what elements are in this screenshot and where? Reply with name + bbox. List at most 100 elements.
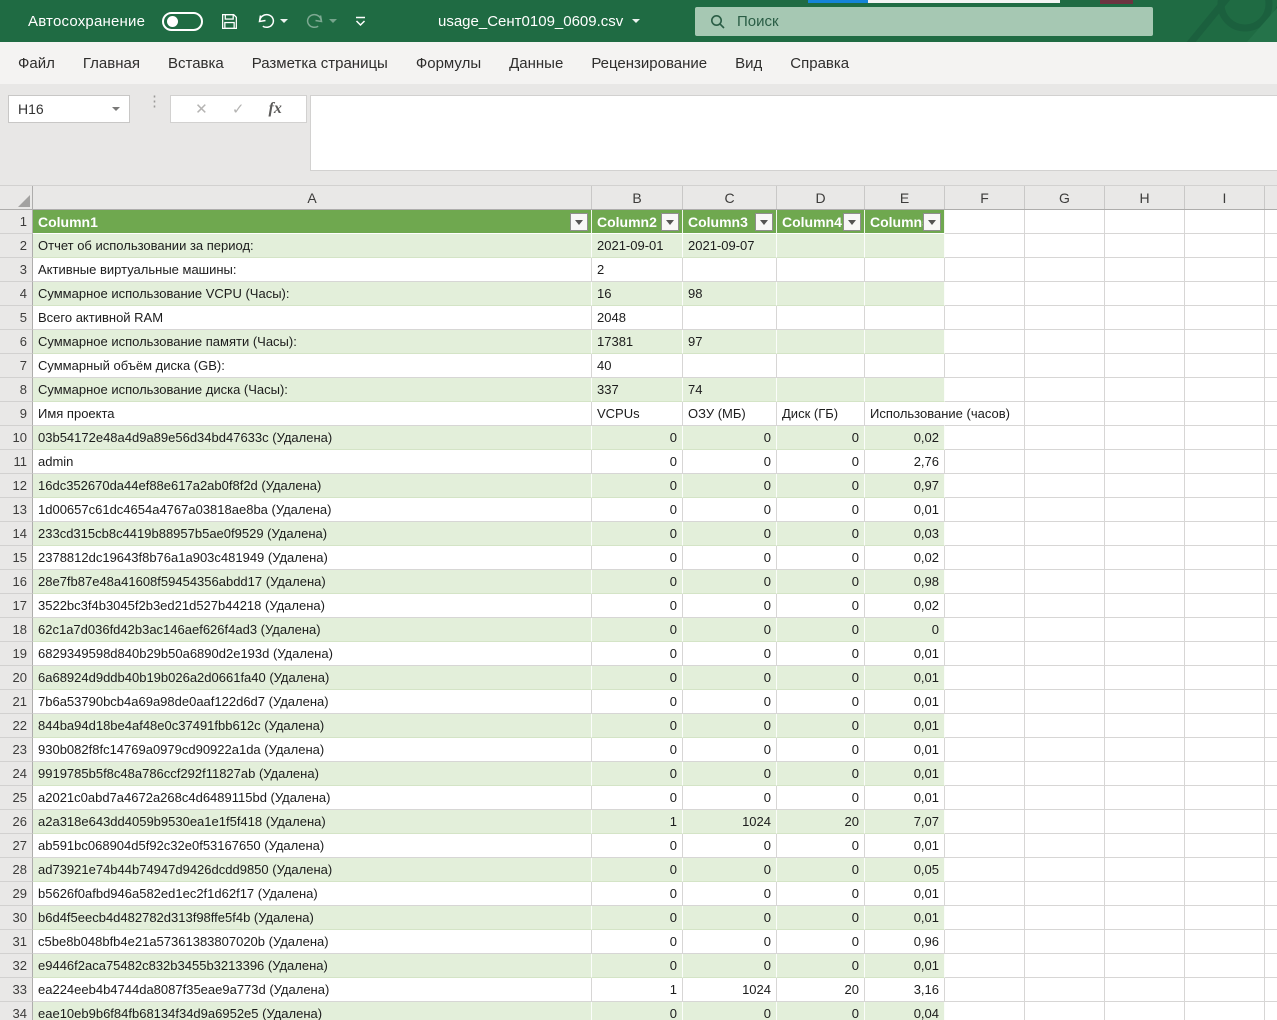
row-header-13[interactable]: 13 bbox=[0, 498, 33, 522]
cell-F18[interactable] bbox=[945, 618, 1025, 642]
row-header-9[interactable]: 9 bbox=[0, 402, 33, 426]
cell-I13[interactable] bbox=[1185, 498, 1265, 522]
column-header-G[interactable]: G bbox=[1025, 186, 1105, 209]
cell-D18[interactable]: 0 bbox=[777, 618, 865, 642]
row-header-4[interactable]: 4 bbox=[0, 282, 33, 306]
column-header-B[interactable]: B bbox=[592, 186, 683, 209]
cell-F7[interactable] bbox=[945, 354, 1025, 378]
cell-B34[interactable]: 0 bbox=[592, 1002, 683, 1020]
cell-C3[interactable] bbox=[683, 258, 777, 282]
row-header-21[interactable]: 21 bbox=[0, 690, 33, 714]
cell-I22[interactable] bbox=[1185, 714, 1265, 738]
cell-H24[interactable] bbox=[1105, 762, 1185, 786]
table-header-cell-B1[interactable]: Column2 bbox=[592, 210, 683, 234]
cell-A21[interactable]: 7b6a53790bcb4a69a98de0aaf122d6d7 (Удален… bbox=[33, 690, 592, 714]
confirm-entry-icon[interactable]: ✓ bbox=[232, 100, 245, 118]
cell-G21[interactable] bbox=[1025, 690, 1105, 714]
ribbon-tab-6[interactable]: Данные bbox=[495, 42, 577, 84]
cell-C23[interactable]: 0 bbox=[683, 738, 777, 762]
cell-B29[interactable]: 0 bbox=[592, 882, 683, 906]
cell-F20[interactable] bbox=[945, 666, 1025, 690]
ribbon-tab-5[interactable]: Формулы bbox=[402, 42, 495, 84]
table-header-cell-C1[interactable]: Column3 bbox=[683, 210, 777, 234]
cell-B33[interactable]: 1 bbox=[592, 978, 683, 1002]
cell-H33[interactable] bbox=[1105, 978, 1185, 1002]
cell-I25[interactable] bbox=[1185, 786, 1265, 810]
cell-E17[interactable]: 0,02 bbox=[865, 594, 945, 618]
cell-D11[interactable]: 0 bbox=[777, 450, 865, 474]
cell-D6[interactable] bbox=[777, 330, 865, 354]
cell-G5[interactable] bbox=[1025, 306, 1105, 330]
cell-H19[interactable] bbox=[1105, 642, 1185, 666]
cell-E24[interactable]: 0,01 bbox=[865, 762, 945, 786]
cell-D12[interactable]: 0 bbox=[777, 474, 865, 498]
cell-G9[interactable] bbox=[1025, 402, 1105, 426]
cell-B6[interactable]: 17381 bbox=[592, 330, 683, 354]
undo-dropdown-icon[interactable] bbox=[280, 19, 288, 23]
row-header-33[interactable]: 33 bbox=[0, 978, 33, 1002]
cell-C4[interactable]: 98 bbox=[683, 282, 777, 306]
row-header-27[interactable]: 27 bbox=[0, 834, 33, 858]
cell-A24[interactable]: 9919785b5f8c48a786ccf292f11827ab (Удален… bbox=[33, 762, 592, 786]
cell-G15[interactable] bbox=[1025, 546, 1105, 570]
cell-E8[interactable] bbox=[865, 378, 945, 402]
row-header-22[interactable]: 22 bbox=[0, 714, 33, 738]
cell-G17[interactable] bbox=[1025, 594, 1105, 618]
undo-button[interactable] bbox=[256, 12, 288, 30]
cell-H26[interactable] bbox=[1105, 810, 1185, 834]
cell-E6[interactable] bbox=[865, 330, 945, 354]
cell-H23[interactable] bbox=[1105, 738, 1185, 762]
cell-F13[interactable] bbox=[945, 498, 1025, 522]
cell-B31[interactable]: 0 bbox=[592, 930, 683, 954]
cell-G20[interactable] bbox=[1025, 666, 1105, 690]
cell-H16[interactable] bbox=[1105, 570, 1185, 594]
cell-E7[interactable] bbox=[865, 354, 945, 378]
cell-B18[interactable]: 0 bbox=[592, 618, 683, 642]
cell-B30[interactable]: 0 bbox=[592, 906, 683, 930]
cancel-entry-icon[interactable]: ✕ bbox=[195, 100, 208, 118]
cell-D8[interactable] bbox=[777, 378, 865, 402]
cell-F21[interactable] bbox=[945, 690, 1025, 714]
customize-toolbar-button[interactable] bbox=[354, 16, 367, 27]
cell-B2[interactable]: 2021-09-01 bbox=[592, 234, 683, 258]
cell-C31[interactable]: 0 bbox=[683, 930, 777, 954]
cell-F32[interactable] bbox=[945, 954, 1025, 978]
cell-I18[interactable] bbox=[1185, 618, 1265, 642]
cell-A12[interactable]: 16dc352670da44ef88e617a2ab0f8f2d (Удален… bbox=[33, 474, 592, 498]
row-header-11[interactable]: 11 bbox=[0, 450, 33, 474]
cell-C15[interactable]: 0 bbox=[683, 546, 777, 570]
save-button[interactable] bbox=[220, 12, 239, 31]
cell-F4[interactable] bbox=[945, 282, 1025, 306]
cell-D20[interactable]: 0 bbox=[777, 666, 865, 690]
cell-G6[interactable] bbox=[1025, 330, 1105, 354]
cell-I29[interactable] bbox=[1185, 882, 1265, 906]
cell-E11[interactable]: 2,76 bbox=[865, 450, 945, 474]
cell-D34[interactable]: 0 bbox=[777, 1002, 865, 1020]
cell-H25[interactable] bbox=[1105, 786, 1185, 810]
row-header-5[interactable]: 5 bbox=[0, 306, 33, 330]
cell-A26[interactable]: a2a318e643dd4059b9530ea1e1f5f418 (Удален… bbox=[33, 810, 592, 834]
cell-D4[interactable] bbox=[777, 282, 865, 306]
cell-E20[interactable]: 0,01 bbox=[865, 666, 945, 690]
cell-B28[interactable]: 0 bbox=[592, 858, 683, 882]
cell-F14[interactable] bbox=[945, 522, 1025, 546]
cell-C14[interactable]: 0 bbox=[683, 522, 777, 546]
namebox-dropdown-icon[interactable] bbox=[112, 107, 120, 111]
cell-E2[interactable] bbox=[865, 234, 945, 258]
cell-C27[interactable]: 0 bbox=[683, 834, 777, 858]
row-header-10[interactable]: 10 bbox=[0, 426, 33, 450]
cell-I14[interactable] bbox=[1185, 522, 1265, 546]
cell-B27[interactable]: 0 bbox=[592, 834, 683, 858]
cell-H27[interactable] bbox=[1105, 834, 1185, 858]
search-box[interactable] bbox=[695, 7, 1153, 36]
cell-G33[interactable] bbox=[1025, 978, 1105, 1002]
cell-F2[interactable] bbox=[945, 234, 1025, 258]
cell-E5[interactable] bbox=[865, 306, 945, 330]
cell-A17[interactable]: 3522bc3f4b3045f2b3ed21d527b44218 (Удален… bbox=[33, 594, 592, 618]
cell-G24[interactable] bbox=[1025, 762, 1105, 786]
cell-C32[interactable]: 0 bbox=[683, 954, 777, 978]
cell-B7[interactable]: 40 bbox=[592, 354, 683, 378]
cell-H13[interactable] bbox=[1105, 498, 1185, 522]
cell-G7[interactable] bbox=[1025, 354, 1105, 378]
row-header-7[interactable]: 7 bbox=[0, 354, 33, 378]
